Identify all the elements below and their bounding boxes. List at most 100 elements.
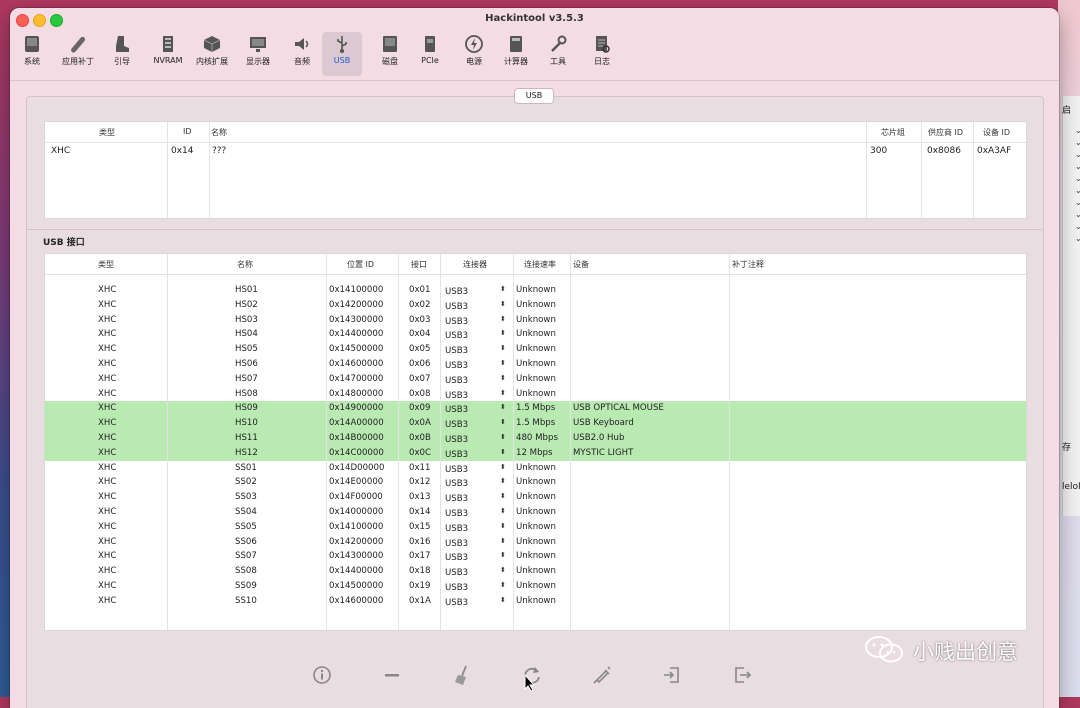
title-bar[interactable]: Hackintool v3.5.3 xyxy=(10,8,1059,30)
cell-connector[interactable]: USB3 xyxy=(445,376,468,386)
export-icon[interactable] xyxy=(731,664,753,686)
table-row[interactable]: XHC SS05 0x14100000 0x15 USB3 Unknown ⬍ xyxy=(45,520,1026,535)
toolbar-item-display[interactable]: 显示器 xyxy=(238,32,278,76)
toolbar-item-system[interactable]: 系统 xyxy=(12,32,52,76)
col-type[interactable]: 类型 xyxy=(99,127,115,138)
connector-select-arrow-icon[interactable]: ⬍ xyxy=(500,300,506,308)
import-icon[interactable] xyxy=(661,664,683,686)
col-port[interactable]: 接口 xyxy=(411,259,427,270)
cell-connector[interactable]: USB3 xyxy=(445,302,468,312)
cell-connector[interactable]: USB3 xyxy=(445,361,468,371)
cell-connector[interactable]: USB3 xyxy=(445,317,468,327)
cell-connector[interactable]: USB3 xyxy=(445,583,468,593)
toolbar-item-patch[interactable]: 应用补丁 xyxy=(58,32,98,76)
connector-select-arrow-icon[interactable]: ⬍ xyxy=(500,418,506,426)
connector-select-arrow-icon[interactable]: ⬍ xyxy=(500,477,506,485)
inject-syringe-icon[interactable] xyxy=(591,664,613,686)
table-row[interactable]: XHC HS12 0x14C00000 0x0C USB3 12 Mbps MYSTIC L… xyxy=(45,445,1026,461)
toolbar-item-tools[interactable]: 工具 xyxy=(538,32,578,76)
col-connector[interactable]: 连接器 xyxy=(463,259,487,270)
cell-connector[interactable]: USB3 xyxy=(445,509,468,519)
table-row[interactable]: XHC HS02 0x14200000 0x02 USB3 Unknown ⬍ xyxy=(45,298,1026,313)
table-row[interactable]: XHC HS03 0x14300000 0x03 USB3 Unknown ⬍ xyxy=(45,313,1026,328)
cell-connector[interactable]: USB3 xyxy=(445,420,468,430)
table-row[interactable]: XHC HS11 0x14B00000 0x0B USB3 480 Mbps USB2.0 … xyxy=(45,431,1026,446)
cell-connector[interactable]: USB3 xyxy=(445,405,468,415)
connector-select-arrow-icon[interactable]: ⬍ xyxy=(500,463,506,471)
tab-usb[interactable]: USB xyxy=(514,88,554,104)
table-row[interactable]: XHC SS01 0x14D00000 0x11 USB3 Unknown ⬍ xyxy=(45,461,1026,476)
cell-connector[interactable]: USB3 xyxy=(445,494,468,504)
table-row[interactable]: XHC SS06 0x14200000 0x16 USB3 Unknown ⬍ xyxy=(45,535,1026,550)
cell-connector[interactable]: USB3 xyxy=(445,391,468,401)
connector-select-arrow-icon[interactable]: ⬍ xyxy=(500,374,506,382)
table-row[interactable]: XHC HS04 0x14400000 0x04 USB3 Unknown ⬍ xyxy=(45,327,1026,342)
connector-select-arrow-icon[interactable]: ⬍ xyxy=(500,359,506,367)
toolbar-item-audio[interactable]: 音频 xyxy=(282,32,322,76)
cell-connector[interactable]: USB3 xyxy=(445,435,468,445)
connector-select-arrow-icon[interactable]: ⬍ xyxy=(500,389,506,397)
toolbar-item-power[interactable]: 电源 xyxy=(454,32,494,76)
col-location-id[interactable]: 位置 ID xyxy=(347,259,374,270)
table-row[interactable]: XHC HS09 0x14900000 0x09 USB3 1.5 Mbps USB OPT… xyxy=(45,401,1026,417)
col-comment[interactable]: 补丁注释 xyxy=(732,259,764,270)
connector-select-arrow-icon[interactable]: ⬍ xyxy=(500,403,506,411)
table-row[interactable]: XHC SS04 0x14000000 0x14 USB3 Unknown ⬍ xyxy=(45,505,1026,520)
table-row[interactable]: XHC HS06 0x14600000 0x06 USB3 Unknown ⬍ xyxy=(45,357,1026,372)
col-device-id[interactable]: 设备 ID xyxy=(983,127,1010,138)
cell-connector[interactable]: USB3 xyxy=(445,524,468,534)
connector-select-arrow-icon[interactable]: ⬍ xyxy=(500,448,506,456)
connector-select-arrow-icon[interactable]: ⬍ xyxy=(500,507,506,515)
cell-connector[interactable]: USB3 xyxy=(445,598,468,608)
col-name[interactable]: 名称 xyxy=(211,127,227,138)
table-row[interactable]: XHC SS07 0x14300000 0x17 USB3 Unknown ⬍ xyxy=(45,549,1026,564)
connector-select-arrow-icon[interactable]: ⬍ xyxy=(500,344,506,352)
cell-connector[interactable]: USB3 xyxy=(445,450,468,460)
info-icon[interactable] xyxy=(311,664,333,686)
remove-icon[interactable] xyxy=(381,664,403,686)
cell-connector[interactable]: USB3 xyxy=(445,465,468,475)
table-row[interactable]: XHC SS02 0x14E00000 0x12 USB3 Unknown ⬍ xyxy=(45,475,1026,490)
connector-select-arrow-icon[interactable]: ⬍ xyxy=(500,596,506,604)
toolbar-item-nvram[interactable]: NVRAM xyxy=(148,32,188,76)
cell-connector[interactable]: USB3 xyxy=(445,479,468,489)
toolbar-item-disk[interactable]: 磁盘 xyxy=(370,32,410,76)
col-device[interactable]: 设备 xyxy=(573,259,589,270)
table-row[interactable]: XHC HS07 0x14700000 0x07 USB3 Unknown ⬍ xyxy=(45,372,1026,387)
connector-select-arrow-icon[interactable]: ⬍ xyxy=(500,551,506,559)
table-row[interactable]: XHC SS09 0x14500000 0x19 USB3 Unknown ⬍ xyxy=(45,579,1026,594)
cell-connector[interactable]: USB3 xyxy=(445,553,468,563)
toolbar-item-calculator[interactable]: 计算器 xyxy=(496,32,536,76)
toolbar-item-usb[interactable]: USB xyxy=(322,32,362,76)
col-chipset[interactable]: 芯片组 xyxy=(881,127,905,138)
cell-connector[interactable]: USB3 xyxy=(445,287,468,297)
connector-select-arrow-icon[interactable]: ⬍ xyxy=(500,581,506,589)
clean-broom-icon[interactable] xyxy=(451,664,473,686)
toolbar-item-boot[interactable]: 引导 xyxy=(102,32,142,76)
usb-ports-table[interactable]: 类型 名称 位置 ID 接口 连接器 连接速率 设备 补丁注释 XHC HS01 0… xyxy=(44,253,1027,631)
table-row[interactable]: XHC 0x14 ??? 300 0x8086 0xA3AF xyxy=(45,146,1026,162)
cell-connector[interactable]: USB3 xyxy=(445,539,468,549)
cell-connector[interactable]: USB3 xyxy=(445,331,468,341)
cell-connector[interactable]: USB3 xyxy=(445,346,468,356)
table-row[interactable]: XHC HS10 0x14A00000 0x0A USB3 1.5 Mbps USB Key… xyxy=(45,416,1026,431)
toolbar-item-log[interactable]: 日志 xyxy=(582,32,622,76)
connector-select-arrow-icon[interactable]: ⬍ xyxy=(500,492,506,500)
toolbar-item-kext[interactable]: 内核扩展 xyxy=(192,32,232,76)
col-name[interactable]: 名称 xyxy=(237,259,253,270)
table-row[interactable]: XHC HS08 0x14800000 0x08 USB3 Unknown ⬍ xyxy=(45,387,1026,402)
table-row[interactable]: XHC HS05 0x14500000 0x05 USB3 Unknown ⬍ xyxy=(45,342,1026,357)
col-id[interactable]: ID xyxy=(183,127,192,136)
connector-select-arrow-icon[interactable]: ⬍ xyxy=(500,285,506,293)
controller-table[interactable]: 类型 ID 名称 芯片组 供应商 ID 设备 ID XHC 0x14 ??? 3… xyxy=(44,121,1027,219)
toolbar-item-pcie[interactable]: PCIe xyxy=(410,32,450,76)
cell-connector[interactable]: USB3 xyxy=(445,568,468,578)
col-vendor-id[interactable]: 供应商 ID xyxy=(928,127,963,138)
connector-select-arrow-icon[interactable]: ⬍ xyxy=(500,522,506,530)
table-row[interactable]: XHC HS01 0x14100000 0x01 USB3 Unknown ⬍ xyxy=(45,283,1026,298)
table-row[interactable]: XHC SS08 0x14400000 0x18 USB3 Unknown ⬍ xyxy=(45,564,1026,579)
connector-select-arrow-icon[interactable]: ⬍ xyxy=(500,537,506,545)
table-row[interactable]: XHC SS10 0x14600000 0x1A USB3 Unknown ⬍ xyxy=(45,594,1026,609)
connector-select-arrow-icon[interactable]: ⬍ xyxy=(500,433,506,441)
col-type[interactable]: 类型 xyxy=(98,259,114,270)
